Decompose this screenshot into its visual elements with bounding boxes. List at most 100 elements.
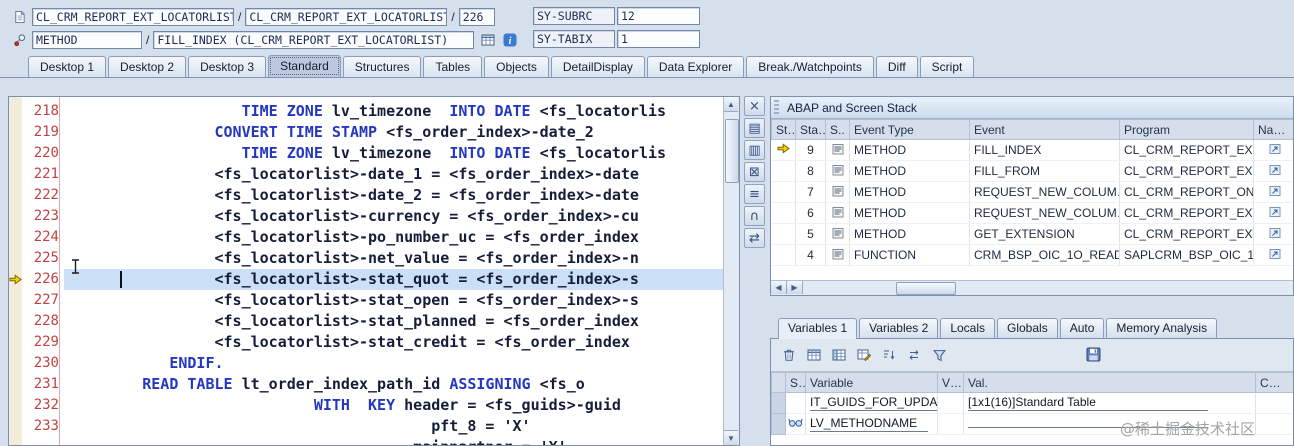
code-line-231[interactable]: 231 READ TABLE lt_order_index_path_id AS… [9, 374, 739, 395]
variables-column-header[interactable]: C… [1255, 372, 1293, 393]
event-field[interactable]: FILL_INDEX (CL_CRM_REPORT_EXT_LOCATORLIS… [153, 31, 475, 49]
table-display-icon[interactable] [479, 32, 497, 48]
breakpoint-gutter[interactable] [9, 395, 22, 416]
panel-grip[interactable] [774, 100, 779, 115]
stack-row[interactable]: 4 FUNCTION CRM_BSP_OIC_1O_READ… SAPLCRM_BSP… [771, 244, 1293, 266]
variables-column-header[interactable]: Variable [805, 372, 938, 393]
vtab-auto[interactable]: Auto [1059, 318, 1105, 338]
vtab-memory-analysis[interactable]: Memory Analysis [1106, 318, 1218, 338]
new-page-icon[interactable]: ▤ [744, 118, 765, 138]
variables-column-header[interactable]: V… [937, 372, 964, 393]
stack-column-header[interactable]: Program [1119, 119, 1254, 140]
source-document-icon[interactable] [10, 9, 28, 25]
event-type-field[interactable]: METHOD [32, 31, 142, 49]
breakpoint-gutter[interactable] [9, 374, 22, 395]
main-program-field[interactable]: CL_CRM_REPORT_EXT_LOCATORLIST… [32, 8, 234, 26]
code-line-227[interactable]: 227 <fs_locatorlist>-stat_open = <fs_ord… [9, 290, 739, 311]
variable-value-cell[interactable]: [1x1(16)]Standard Table [963, 392, 1256, 414]
code-line-223[interactable]: 223 <fs_locatorlist>-currency = <fs_orde… [9, 206, 739, 227]
filter-icon[interactable] [929, 346, 949, 365]
stack-column-header[interactable]: St… [771, 119, 796, 140]
tab-script[interactable]: Script [919, 56, 975, 77]
row-selector[interactable] [771, 413, 786, 435]
stack-row[interactable]: 5 METHODGET_EXTENSIONCL_CRM_REPORT_EXT_L… [771, 223, 1293, 245]
tab-desktop-1[interactable]: Desktop 1 [28, 56, 107, 77]
scroll-right-icon[interactable]: ▶ [787, 281, 803, 294]
delete-icon[interactable] [779, 346, 799, 365]
breakpoint-gutter[interactable] [9, 185, 22, 206]
table-select-icon[interactable] [829, 346, 849, 365]
current-line-arrow-icon[interactable] [9, 269, 22, 290]
navigate-icon[interactable] [1253, 181, 1293, 203]
delete-icon[interactable]: ⊠ [744, 162, 765, 182]
stack-column-header[interactable]: Event [969, 119, 1120, 140]
breakpoint-gutter[interactable] [9, 101, 22, 122]
vtab-variables-1[interactable]: Variables 1 [778, 318, 858, 339]
list-icon[interactable]: ≡ [744, 184, 765, 204]
breakpoint-gutter[interactable] [9, 416, 22, 437]
line-number-field[interactable]: 226 [458, 8, 495, 26]
variable-row[interactable]: IT_GUIDS_FOR_UPDATE [1x1(16)]Standard Tab… [771, 392, 1293, 414]
tab-tables[interactable]: Tables [423, 56, 483, 77]
vtab-locals[interactable]: Locals [940, 318, 995, 338]
source-code-panel[interactable]: 218 TIME ZONE lv_timezone INTO DATE <fs_… [8, 96, 740, 446]
table-edit-icon[interactable] [854, 346, 874, 365]
tab-detaildisplay[interactable]: DetailDisplay [550, 56, 645, 77]
close-icon[interactable]: × [744, 96, 765, 116]
code-line-233[interactable]: 233 pft_8 = 'X' [9, 416, 739, 437]
code-line-225[interactable]: 225 <fs_locatorlist>-net_value = <fs_ord… [9, 248, 739, 269]
navigate-icon[interactable] [1253, 202, 1293, 224]
watchpoint-icon[interactable]: ∩ [744, 206, 765, 226]
scroll-down-icon[interactable]: ▼ [724, 430, 738, 445]
stack-column-header[interactable]: Na… [1253, 119, 1293, 140]
scroll-up-icon[interactable]: ▲ [724, 97, 738, 112]
code-line-230[interactable]: 230 ENDIF. [9, 353, 739, 374]
scroll-left-icon[interactable]: ◀ [771, 281, 787, 294]
breakpoint-gutter[interactable] [9, 311, 22, 332]
breakpoint-gutter[interactable] [9, 227, 22, 248]
navigate-icon[interactable] [1253, 139, 1293, 161]
navigate-icon[interactable] [1253, 223, 1293, 245]
breakpoint-gutter[interactable] [9, 353, 22, 374]
navigate-icon[interactable] [1253, 160, 1293, 182]
code-line-220[interactable]: 220 TIME ZONE lv_timezone INTO DATE <fs_… [9, 143, 739, 164]
vertical-scrollbar-thumb[interactable] [725, 119, 739, 183]
tab-desktop-2[interactable]: Desktop 2 [108, 56, 187, 77]
vtab-globals[interactable]: Globals [997, 318, 1058, 338]
row-selector[interactable] [771, 392, 786, 414]
stack-horizontal-scrollbar[interactable]: ◀ ▶ [771, 280, 1293, 295]
stack-column-header[interactable]: Event Type [849, 119, 970, 140]
breakpoint-gutter[interactable] [9, 290, 22, 311]
tab-desktop-3[interactable]: Desktop 3 [188, 56, 267, 77]
variables-column-header[interactable]: Val. [963, 372, 1256, 393]
code-line-219[interactable]: 219 CONVERT TIME STAMP <fs_order_index>-… [9, 122, 739, 143]
navigate-icon[interactable] [1253, 244, 1293, 266]
breakpoint-gutter[interactable] [9, 437, 22, 445]
breakpoint-gutter[interactable] [9, 332, 22, 353]
stack-row[interactable]: 8 METHODFILL_FROMCL_CRM_REPORT_EXT_L… [771, 160, 1293, 182]
swap-icon[interactable] [904, 346, 924, 365]
stack-column-header[interactable]: S.. [825, 119, 850, 140]
code-line-226[interactable]: 226 <fs_locatorlist>-stat_quot = <fs_ord… [9, 269, 739, 290]
code-line-229[interactable]: 229 <fs_locatorlist>-stat_credit = <fs_o… [9, 332, 739, 353]
code-line-221[interactable]: 221 <fs_locatorlist>-date_1 = <fs_order_… [9, 164, 739, 185]
tab-objects[interactable]: Objects [484, 56, 549, 77]
tab-data-explorer[interactable]: Data Explorer [646, 56, 745, 77]
breakpoint-gutter[interactable] [9, 164, 22, 185]
stack-row[interactable]: 7 METHOD REQUEST_NEW_COLUM… CL_CRM_REPORT_O… [771, 181, 1293, 203]
tab-break-watchpoints[interactable]: Break./Watchpoints [746, 56, 874, 77]
horizontal-scrollbar-thumb[interactable] [896, 282, 956, 295]
tab-diff[interactable]: Diff [875, 56, 918, 77]
code-line-218[interactable]: 218 TIME ZONE lv_timezone INTO DATE <fs_… [9, 101, 739, 122]
variable-name-cell[interactable]: IT_GUIDS_FOR_UPDATE [805, 392, 938, 414]
code-line-224[interactable]: 224 <fs_locatorlist>-po_number_uc = <fs_… [9, 227, 739, 248]
save-layout-icon[interactable] [1083, 345, 1103, 364]
table-grid-icon[interactable] [804, 346, 824, 365]
copy-icon[interactable]: ▥ [744, 140, 765, 160]
code-vertical-scrollbar[interactable]: ▲ ▼ [723, 97, 739, 445]
code-line-partial[interactable]: mainpartner = 'X' [9, 437, 739, 445]
stack-row[interactable]: 9 METHODFILL_INDEXCL_CRM_REPORT_EXT_L… [771, 139, 1293, 161]
variable-name-cell[interactable]: LV_METHODNAME [805, 413, 938, 435]
tab-standard[interactable]: Standard [268, 55, 341, 77]
code-line-232[interactable]: 232 WITH KEY header = <fs_guids>-guid [9, 395, 739, 416]
